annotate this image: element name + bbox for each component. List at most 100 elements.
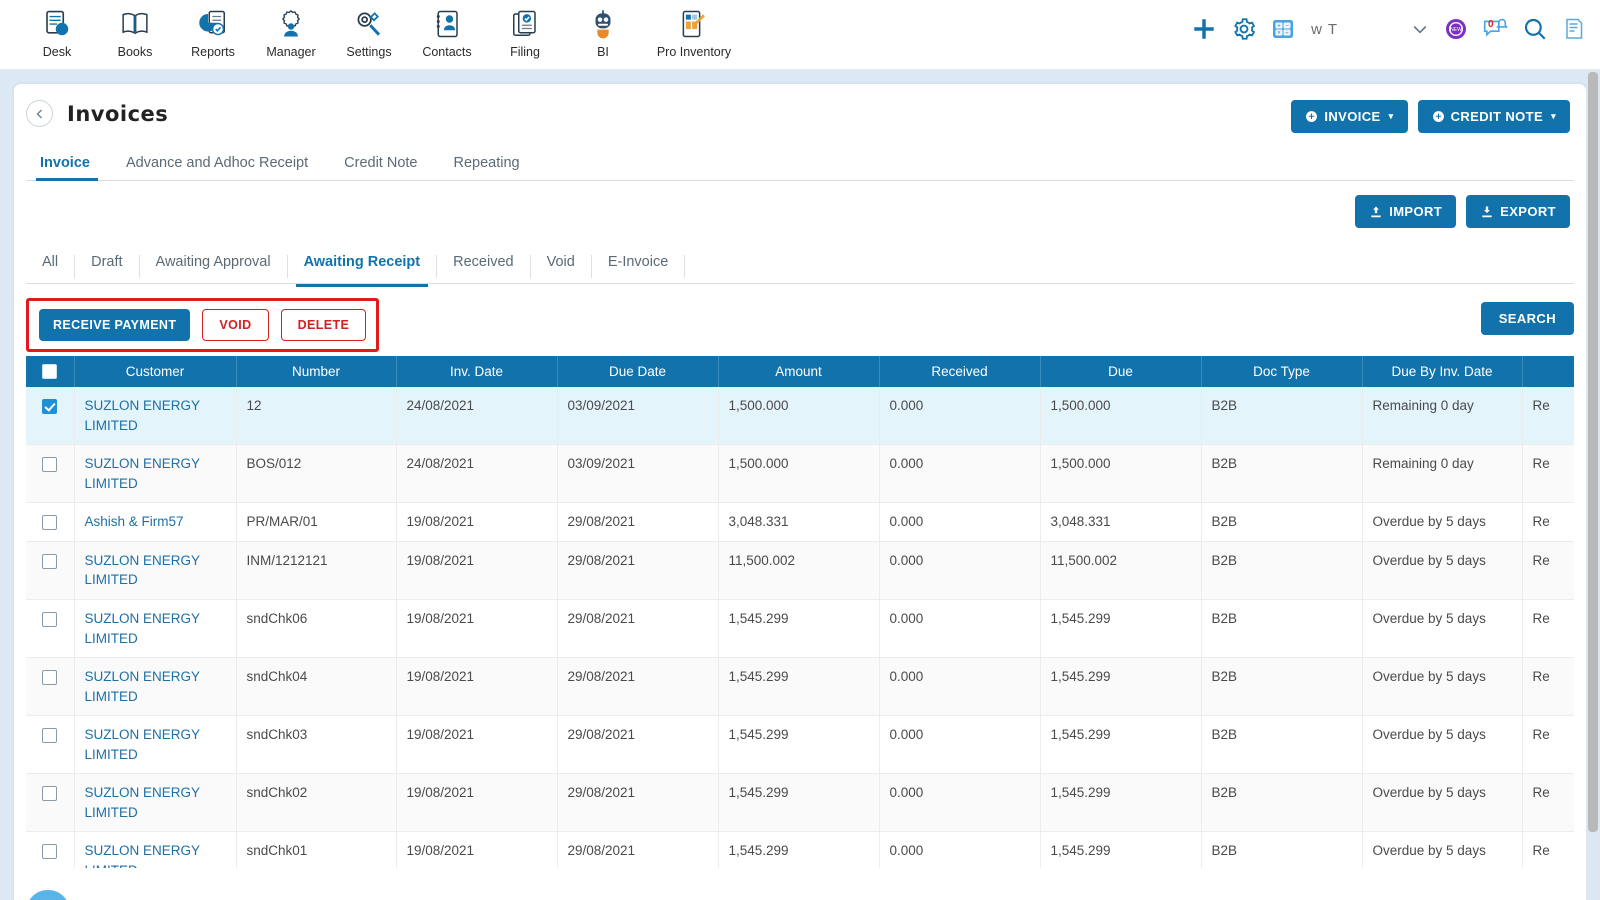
row-checkbox[interactable] xyxy=(42,728,58,744)
status-tab-draft[interactable]: Draft xyxy=(75,255,140,278)
cell-customer[interactable]: Ashish & Firm57 xyxy=(74,502,237,542)
table-row[interactable]: SUZLON ENERGY LIMITED sndChk03 19/08/2021 2… xyxy=(26,715,1574,775)
main-tab-repeating[interactable]: Repeating xyxy=(436,155,538,180)
table-row[interactable]: SUZLON ENERGY LIMITED INM/1212121 19/08/20… xyxy=(26,541,1574,600)
header-amount[interactable]: Amount xyxy=(718,356,880,387)
table-row[interactable]: SUZLON ENERGY LIMITED 12 24/08/2021 03/09/2… xyxy=(26,387,1574,446)
row-select-cell[interactable] xyxy=(26,541,75,600)
table-row[interactable]: Ashish & Firm57 PR/MAR/01 19/08/2021 29/08/… xyxy=(26,502,1574,542)
calculator-icon[interactable]: + − × ÷ xyxy=(1271,17,1295,41)
customer-link[interactable]: SUZLON ENERGY LIMITED xyxy=(85,611,200,646)
header-due-date[interactable]: Due Date xyxy=(557,356,719,387)
main-tab-invoice[interactable]: Invoice xyxy=(26,155,108,181)
cell-customer[interactable]: SUZLON ENERGY LIMITED xyxy=(74,715,237,775)
chat-bell-icon[interactable]: 0 xyxy=(1482,16,1508,42)
header-number[interactable]: Number xyxy=(236,356,397,387)
cell-customer[interactable]: SUZLON ENERGY LIMITED xyxy=(74,387,237,446)
new-credit-note-button[interactable]: CREDIT NOTE ▾ xyxy=(1417,100,1570,133)
row-select-cell[interactable] xyxy=(26,444,75,504)
cell-customer[interactable]: SUZLON ENERGY LIMITED xyxy=(74,444,237,504)
chevron-down-icon[interactable] xyxy=(1410,19,1430,39)
import-button[interactable]: IMPORT xyxy=(1355,195,1457,228)
cell-customer[interactable]: SUZLON ENERGY LIMITED xyxy=(74,541,237,600)
new-badge-icon[interactable]: NEW xyxy=(1444,17,1468,41)
cell-customer[interactable]: SUZLON ENERGY LIMITED xyxy=(74,657,237,717)
search-icon[interactable] xyxy=(1522,16,1548,42)
nav-item-contacts[interactable]: Contacts xyxy=(408,0,486,59)
page-vertical-scrollbar[interactable] xyxy=(1586,70,1600,900)
main-tab-credit-note[interactable]: Credit Note xyxy=(326,155,435,180)
nav-item-reports[interactable]: Reports xyxy=(174,0,252,59)
select-all-checkbox[interactable] xyxy=(42,364,58,380)
row-select-cell[interactable] xyxy=(26,831,75,868)
nav-item-filing[interactable]: Filing xyxy=(486,0,564,59)
notes-icon[interactable] xyxy=(1562,17,1586,41)
header-doc-type[interactable]: Doc Type xyxy=(1201,356,1363,387)
nav-item-desk[interactable]: Desk xyxy=(18,0,96,59)
row-select-cell[interactable] xyxy=(26,657,75,717)
row-checkbox[interactable] xyxy=(42,515,58,531)
nav-item-pro-inventory[interactable]: Pro Inventory xyxy=(642,0,746,59)
customer-link[interactable]: SUZLON ENERGY LIMITED xyxy=(85,843,200,868)
header-due-by-inv-date[interactable]: Due By Inv. Date xyxy=(1362,356,1523,387)
row-select-cell[interactable] xyxy=(26,387,75,446)
export-button[interactable]: EXPORT xyxy=(1466,195,1570,228)
plus-icon[interactable] xyxy=(1191,16,1217,42)
delete-button[interactable]: DELETE xyxy=(280,309,367,341)
header-received[interactable]: Received xyxy=(879,356,1041,387)
table-row[interactable]: SUZLON ENERGY LIMITED BOS/012 24/08/2021 03… xyxy=(26,444,1574,504)
page-vertical-scrollbar-thumb[interactable] xyxy=(1588,72,1598,832)
invoice-dropdown-caret[interactable]: ▾ xyxy=(1389,111,1394,122)
row-checkbox[interactable] xyxy=(42,611,58,627)
row-checkbox[interactable] xyxy=(42,786,58,802)
back-chevron-icon[interactable] xyxy=(26,100,53,127)
cell-customer[interactable]: SUZLON ENERGY LIMITED xyxy=(74,831,237,868)
customer-link[interactable]: SUZLON ENERGY LIMITED xyxy=(85,398,200,433)
row-checkbox[interactable] xyxy=(42,398,58,414)
table-row[interactable]: SUZLON ENERGY LIMITED sndChk06 19/08/2021 2… xyxy=(26,599,1574,659)
table-row[interactable]: SUZLON ENERGY LIMITED sndChk02 19/08/2021 2… xyxy=(26,773,1574,833)
cell-customer[interactable]: SUZLON ENERGY LIMITED xyxy=(74,773,237,833)
header-overflow-column[interactable] xyxy=(1522,356,1574,387)
apps-grid-icon[interactable] xyxy=(26,890,70,900)
nav-item-books[interactable]: Books xyxy=(96,0,174,59)
row-select-cell[interactable] xyxy=(26,773,75,833)
row-select-cell[interactable] xyxy=(26,715,75,775)
customer-link[interactable]: SUZLON ENERGY LIMITED xyxy=(85,553,200,588)
status-tab-awaiting-receipt[interactable]: Awaiting Receipt xyxy=(288,255,438,287)
row-select-cell[interactable] xyxy=(26,599,75,659)
cell-customer[interactable]: SUZLON ENERGY LIMITED xyxy=(74,599,237,659)
customer-link[interactable]: Ashish & Firm57 xyxy=(85,514,184,529)
row-select-cell[interactable] xyxy=(26,502,75,542)
customer-link[interactable]: SUZLON ENERGY LIMITED xyxy=(85,727,200,762)
header-due[interactable]: Due xyxy=(1040,356,1202,387)
row-checkbox[interactable] xyxy=(42,553,58,569)
status-tab-void[interactable]: Void xyxy=(531,255,592,278)
credit-note-dropdown-caret[interactable]: ▾ xyxy=(1551,111,1556,122)
status-tab-received[interactable]: Received xyxy=(437,255,531,278)
row-checkbox[interactable] xyxy=(42,670,58,685)
customer-link[interactable]: SUZLON ENERGY LIMITED xyxy=(85,785,200,820)
nav-item-manager[interactable]: Manager xyxy=(252,0,330,59)
receive-payment-button[interactable]: RECEIVE PAYMENT xyxy=(39,309,191,341)
customer-link[interactable]: SUZLON ENERGY LIMITED xyxy=(85,669,200,704)
table-row[interactable]: SUZLON ENERGY LIMITED sndChk0119/08/20212… xyxy=(26,831,1574,868)
nav-item-bi[interactable]: BI xyxy=(564,0,642,59)
status-tab-e-invoice[interactable]: E-Invoice xyxy=(592,255,686,278)
gear-icon[interactable] xyxy=(1231,16,1257,42)
row-checkbox[interactable] xyxy=(42,457,58,473)
customer-link[interactable]: SUZLON ENERGY LIMITED xyxy=(85,456,200,491)
status-tab-all[interactable]: All xyxy=(26,255,76,278)
cell-overflow: Re xyxy=(1522,773,1574,833)
search-button[interactable]: SEARCH xyxy=(1480,302,1574,335)
main-tab-advance-and-adhoc-receipt[interactable]: Advance and Adhoc Receipt xyxy=(108,155,326,180)
row-checkbox[interactable] xyxy=(42,844,58,860)
header-customer[interactable]: Customer xyxy=(74,356,237,387)
header-inv-date[interactable]: Inv. Date xyxy=(396,356,558,387)
new-invoice-button[interactable]: INVOICE ▾ xyxy=(1291,100,1408,133)
void-button[interactable]: VOID xyxy=(202,309,269,341)
status-tab-awaiting-approval[interactable]: Awaiting Approval xyxy=(140,255,288,278)
nav-item-settings[interactable]: Settings xyxy=(330,0,408,59)
table-row[interactable]: SUZLON ENERGY LIMITED sndChk04 19/08/2021 2… xyxy=(26,657,1574,717)
header-select-all[interactable] xyxy=(26,356,75,387)
